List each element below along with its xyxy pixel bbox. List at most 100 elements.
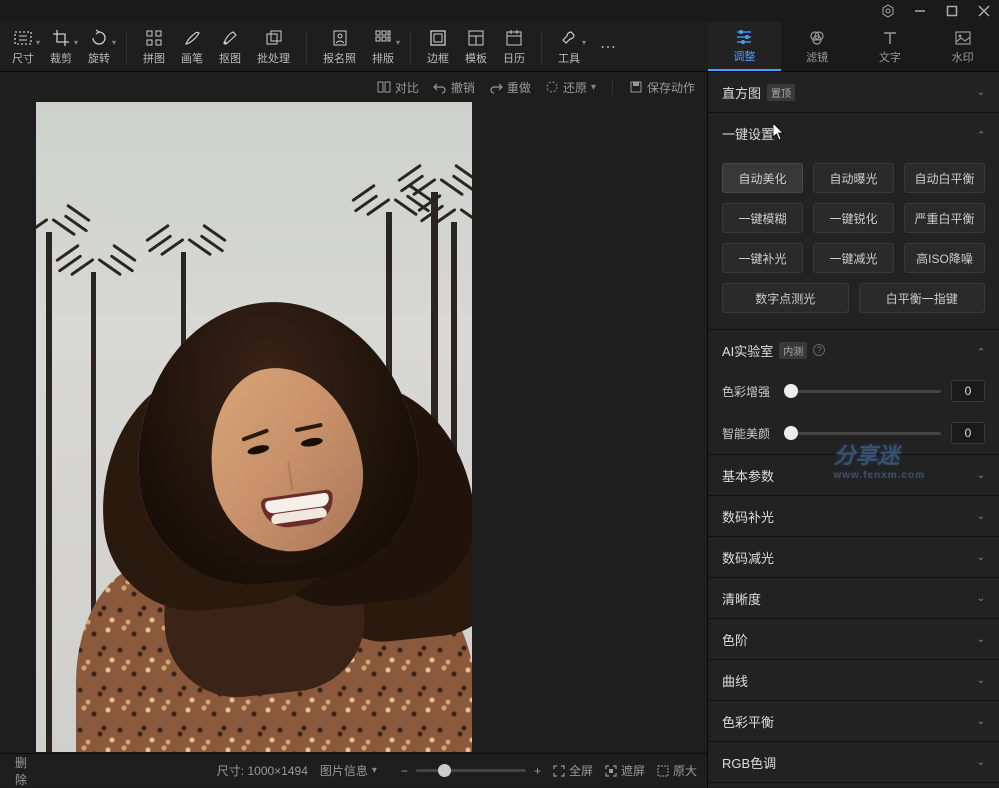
tool-label: 批处理 — [257, 50, 290, 66]
preset-button[interactable]: 数字点测光 — [722, 283, 849, 313]
tool-layout[interactable]: 排版▾ — [364, 22, 402, 71]
tab-text[interactable]: 文字 — [854, 22, 927, 71]
slider-track[interactable] — [784, 432, 941, 435]
chevron-up-icon: ⌄ — [977, 128, 985, 139]
zoom-out-icon[interactable]: − — [401, 764, 408, 778]
tool-tool[interactable]: 工具▾ — [550, 22, 588, 71]
pin-badge: 置顶 — [767, 84, 795, 101]
image-info-dropdown[interactable]: 图片信息 ▾ — [320, 762, 377, 779]
tool-frame[interactable]: 边框 — [419, 22, 457, 71]
slider-track[interactable] — [784, 390, 941, 393]
section-header[interactable]: 基本参数⌄ — [708, 455, 999, 495]
tool-calendar[interactable]: 日历 — [495, 22, 533, 71]
tool-collage[interactable]: 拼图 — [135, 22, 173, 71]
preset-button[interactable]: 自动白平衡 — [904, 163, 985, 193]
batch-icon — [265, 28, 283, 48]
tab-label: 调整 — [733, 48, 755, 64]
tab-adjust[interactable]: 调整 — [708, 22, 781, 71]
section-title: 曲线 — [722, 671, 748, 690]
preset-button[interactable]: 自动曝光 — [813, 163, 894, 193]
preset-button[interactable]: 白平衡一指键 — [859, 283, 986, 313]
zoom-slider[interactable]: − + — [401, 764, 541, 778]
section-header[interactable]: 数码补光⌄ — [708, 496, 999, 536]
frame-icon — [429, 28, 447, 48]
close-button[interactable] — [977, 4, 991, 18]
mask-button[interactable]: 遮屏 — [605, 762, 645, 779]
section-header-one-click[interactable]: 一键设置 ⌄ — [708, 113, 999, 153]
fullscreen-button[interactable]: 全屏 — [553, 762, 593, 779]
section-title: 色彩平衡 — [722, 712, 774, 731]
tool-brush[interactable]: 画笔 — [173, 22, 211, 71]
preset-button[interactable]: 严重白平衡 — [904, 203, 985, 233]
minimize-button[interactable] — [913, 4, 927, 18]
slider-thumb[interactable] — [784, 426, 798, 440]
tool-cutout[interactable]: 抠图 — [211, 22, 249, 71]
tool-batch[interactable]: 批处理 — [249, 22, 298, 71]
watermark-icon — [954, 29, 972, 47]
tool-label: 工具 — [558, 50, 580, 66]
save-action-button[interactable]: 保存动作 — [629, 79, 695, 96]
settings-hex-icon[interactable] — [881, 4, 895, 18]
preset-button[interactable]: 自动美化 — [722, 163, 803, 193]
delete-button[interactable]: 删除 — [10, 754, 32, 788]
section-header[interactable]: 数码减光 ⌄ — [708, 537, 999, 577]
section-header[interactable]: 清晰度⌄ — [708, 578, 999, 618]
tool-label: 拼图 — [143, 50, 165, 66]
tab-filter[interactable]: 滤镜 — [781, 22, 854, 71]
preset-button[interactable]: 一键减光 — [813, 243, 894, 273]
help-icon[interactable]: ? — [813, 344, 825, 356]
separator — [541, 31, 542, 63]
tab-label: 水印 — [952, 49, 974, 65]
tool-template[interactable]: 模板 — [457, 22, 495, 71]
right-panel: 调整滤镜文字水印 直方图 置顶 ⌄ 一键设置 ⌄ 自动美化自动曝光自动白平衡一键… — [707, 72, 999, 787]
slider-value[interactable]: 0 — [951, 380, 985, 402]
undo-button[interactable]: 撤销 — [433, 79, 475, 96]
section-header-ai-lab[interactable]: AI实验室 内测 ? ⌄ — [708, 330, 999, 370]
tool-size[interactable]: 尺寸▾ — [4, 22, 42, 71]
section-header[interactable]: 色阶⌄ — [708, 619, 999, 659]
maximize-button[interactable] — [945, 4, 959, 18]
section-title: RGB色调 — [722, 753, 776, 772]
preset-button[interactable]: 一键模糊 — [722, 203, 803, 233]
section-header[interactable]: 曲线⌄ — [708, 660, 999, 700]
chevron-down-icon: ▾ — [36, 38, 40, 47]
section-header[interactable]: RGB色调⌄ — [708, 742, 999, 782]
preset-button[interactable]: 一键补光 — [722, 243, 803, 273]
tool-rotate[interactable]: 旋转▾ — [80, 22, 118, 71]
redo-button[interactable]: 重做 — [489, 79, 531, 96]
section-header-histogram[interactable]: 直方图 置顶 ⌄ — [708, 72, 999, 112]
tab-label: 文字 — [879, 49, 901, 65]
calendar-icon — [505, 28, 523, 48]
section-collapsed: 数码减光 ⌄ — [708, 537, 999, 578]
section-title: 色阶 — [722, 630, 748, 649]
chevron-down-icon: ⌄ — [977, 552, 985, 563]
tool-crop[interactable]: 裁剪▾ — [42, 22, 80, 71]
image-preview — [36, 102, 472, 752]
slider-value[interactable]: 0 — [951, 422, 985, 444]
restore-button[interactable]: 还原 ▾ — [545, 79, 596, 96]
preset-button[interactable]: 高ISO降噪 — [904, 243, 985, 273]
preset-button[interactable]: 一键锐化 — [813, 203, 894, 233]
panel-body: 直方图 置顶 ⌄ 一键设置 ⌄ 自动美化自动曝光自动白平衡一键模糊一键锐化严重白… — [708, 72, 999, 787]
tool-id[interactable]: 报名照 — [315, 22, 364, 71]
slider-label: 智能美颜 — [722, 425, 774, 442]
zoom-in-icon[interactable]: + — [534, 764, 541, 778]
tool-label: 抠图 — [219, 50, 241, 66]
size-icon — [13, 28, 33, 48]
original-size-button[interactable]: 原大 — [657, 762, 697, 779]
tab-watermark[interactable]: 水印 — [926, 22, 999, 71]
canvas-body[interactable] — [0, 102, 707, 753]
section-title: 数码减光 — [722, 548, 774, 567]
window-titlebar — [0, 0, 999, 22]
chevron-down-icon: ▾ — [591, 82, 596, 93]
separator — [126, 31, 127, 63]
section-header[interactable]: 色彩平衡⌄ — [708, 701, 999, 741]
compare-button[interactable]: 对比 — [377, 79, 419, 96]
more-button[interactable]: ⋯ — [588, 37, 630, 57]
main-area: 对比 撤销 重做 还原 ▾ 保存动作 — [0, 72, 999, 787]
tool-label: 尺寸 — [12, 50, 34, 66]
slider-thumb[interactable] — [784, 384, 798, 398]
tool-label: 旋转 — [88, 50, 110, 66]
tab-label: 滤镜 — [806, 49, 828, 65]
tool-label: 画笔 — [181, 50, 203, 66]
